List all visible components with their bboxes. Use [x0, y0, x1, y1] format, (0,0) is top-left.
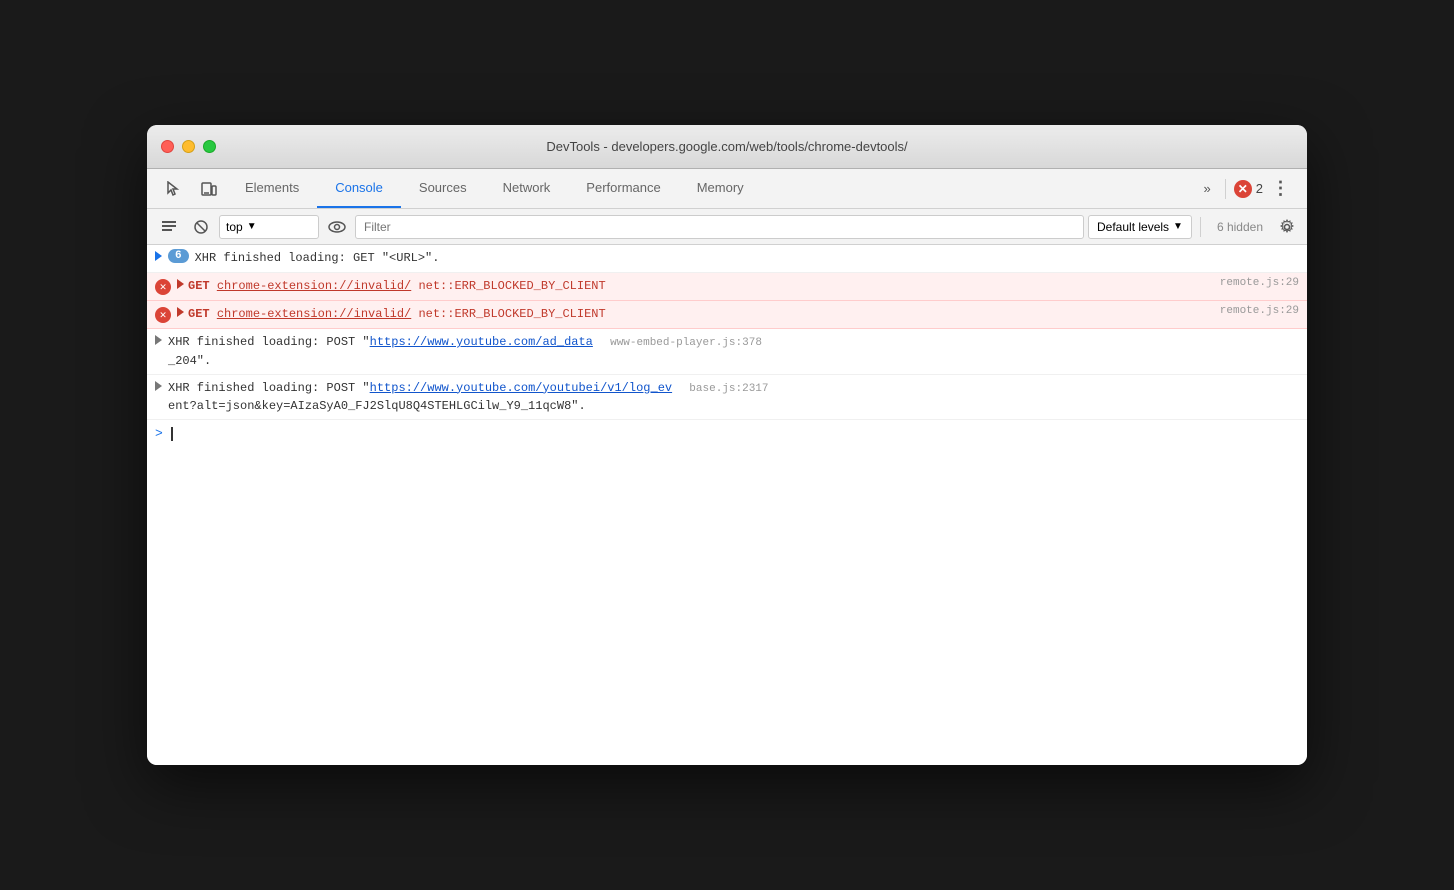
console-row-error-1: ✕ GET chrome-extension://invalid/ net::E… — [147, 273, 1307, 301]
tab-network[interactable]: Network — [485, 169, 569, 208]
levels-label: Default levels — [1097, 220, 1169, 234]
error-message-1: net::ERR_BLOCKED_BY_CLIENT — [418, 279, 605, 293]
cursor[interactable] — [171, 427, 173, 441]
default-levels-button[interactable]: Default levels ▼ — [1088, 215, 1192, 239]
row-message-error-2: GET chrome-extension://invalid/ net::ERR… — [188, 305, 1210, 323]
expand-icon-4[interactable] — [155, 381, 162, 391]
console-input-row: > — [147, 420, 1307, 447]
row-message-xhr-3: XHR finished loading: POST "https://www.… — [168, 379, 1299, 416]
context-value: top — [226, 220, 243, 234]
row-source-1[interactable]: remote.js:29 — [1220, 277, 1299, 289]
row-source-2[interactable]: remote.js:29 — [1220, 305, 1299, 317]
row-expand-icon[interactable] — [155, 251, 162, 261]
row-message-xhr-2: XHR finished loading: POST "https://www.… — [168, 333, 1299, 370]
tab-console[interactable]: Console — [317, 169, 401, 208]
gear-icon — [1279, 219, 1295, 235]
more-tabs-button[interactable]: » — [1198, 181, 1217, 196]
tab-elements[interactable]: Elements — [227, 169, 317, 208]
chevron-down-icon: ▼ — [247, 221, 257, 232]
console-settings-button[interactable] — [1275, 215, 1299, 239]
count-badge: 6 — [168, 249, 189, 263]
window-title: DevTools - developers.google.com/web/too… — [546, 139, 907, 154]
tab-performance[interactable]: Performance — [568, 169, 678, 208]
console-row-error-2: ✕ GET chrome-extension://invalid/ net::E… — [147, 301, 1307, 329]
block-console-button[interactable] — [187, 213, 215, 241]
row-source-4[interactable]: base.js:2317 — [689, 383, 768, 395]
error-badge[interactable]: ✕ 2 — [1234, 180, 1263, 198]
clear-icon — [161, 219, 177, 235]
eye-icon — [328, 220, 346, 234]
minimize-button[interactable] — [182, 140, 195, 153]
expand-icon[interactable] — [177, 279, 184, 289]
toolbar-right: » ✕ 2 ⋮ — [1198, 169, 1299, 208]
url-suffix-2: _204". — [168, 354, 211, 368]
context-selector[interactable]: top ▼ — [219, 215, 319, 239]
error-x-icon-2: ✕ — [155, 307, 171, 323]
row-message: XHR finished loading: GET "<URL>". — [195, 249, 1299, 267]
divider — [1225, 179, 1226, 199]
filter-input[interactable] — [355, 215, 1084, 239]
error-icon: ✕ — [1234, 180, 1252, 198]
tab-memory[interactable]: Memory — [679, 169, 762, 208]
inspect-element-button[interactable] — [155, 169, 191, 208]
console-row-xhr-3: XHR finished loading: POST "https://www.… — [147, 375, 1307, 421]
tab-sources[interactable]: Sources — [401, 169, 485, 208]
arrow-icon-3[interactable] — [155, 335, 162, 345]
levels-chevron-icon: ▼ — [1173, 221, 1183, 232]
console-toolbar: top ▼ Default levels ▼ 6 hidden — [147, 209, 1307, 245]
maximize-button[interactable] — [203, 140, 216, 153]
block-icon — [193, 219, 209, 235]
url-suffix-3: ent?alt=json&key=AIzaSyA0_FJ2SlqU8Q4STEH… — [168, 399, 586, 413]
console-row: 6 XHR finished loading: GET "<URL>". — [147, 245, 1307, 273]
console-row-xhr-2: XHR finished loading: POST "https://www.… — [147, 329, 1307, 375]
expand-icon-2[interactable] — [177, 307, 184, 317]
arrow-icon[interactable] — [155, 251, 162, 261]
error-row-icon[interactable]: ✕ — [155, 279, 171, 295]
divider2 — [1200, 217, 1201, 237]
method-label: GET — [188, 279, 210, 293]
row-source-3[interactable]: www-embed-player.js:378 — [610, 337, 762, 349]
device-toolbar-button[interactable] — [191, 169, 227, 208]
error-url-1[interactable]: chrome-extension://invalid/ — [217, 279, 411, 293]
tab-bar: Elements Console Sources Network Perform… — [147, 169, 1307, 209]
xhr-url-3[interactable]: https://www.youtube.com/youtubei/v1/log_… — [370, 381, 672, 395]
cursor-icon — [165, 181, 181, 197]
traffic-lights — [161, 140, 216, 153]
method-label-2: GET — [188, 307, 210, 321]
xhr-url-2[interactable]: https://www.youtube.com/ad_data — [370, 335, 593, 349]
device-icon — [201, 181, 217, 197]
expand-icon-3[interactable] — [155, 335, 162, 345]
eye-button[interactable] — [323, 213, 351, 241]
error-message-2: net::ERR_BLOCKED_BY_CLIENT — [418, 307, 605, 321]
input-chevron-icon: > — [155, 426, 163, 441]
clear-console-button[interactable] — [155, 213, 183, 241]
error-count: 2 — [1256, 181, 1263, 196]
titlebar: DevTools - developers.google.com/web/too… — [147, 125, 1307, 169]
devtools-window: DevTools - developers.google.com/web/too… — [147, 125, 1307, 765]
arrow-icon[interactable] — [177, 279, 184, 289]
error-row-icon-2[interactable]: ✕ — [155, 307, 171, 323]
row-message-error-1: GET chrome-extension://invalid/ net::ERR… — [188, 277, 1210, 295]
tabs-container: Elements Console Sources Network Perform… — [227, 169, 1198, 208]
devtools-menu-button[interactable]: ⋮ — [1267, 175, 1295, 203]
error-x-icon: ✕ — [155, 279, 171, 295]
arrow-icon-2[interactable] — [177, 307, 184, 317]
close-button[interactable] — [161, 140, 174, 153]
error-url-2[interactable]: chrome-extension://invalid/ — [217, 307, 411, 321]
hidden-count: 6 hidden — [1209, 220, 1271, 234]
arrow-icon-4[interactable] — [155, 381, 162, 391]
console-content: 6 XHR finished loading: GET "<URL>". ✕ G… — [147, 245, 1307, 765]
